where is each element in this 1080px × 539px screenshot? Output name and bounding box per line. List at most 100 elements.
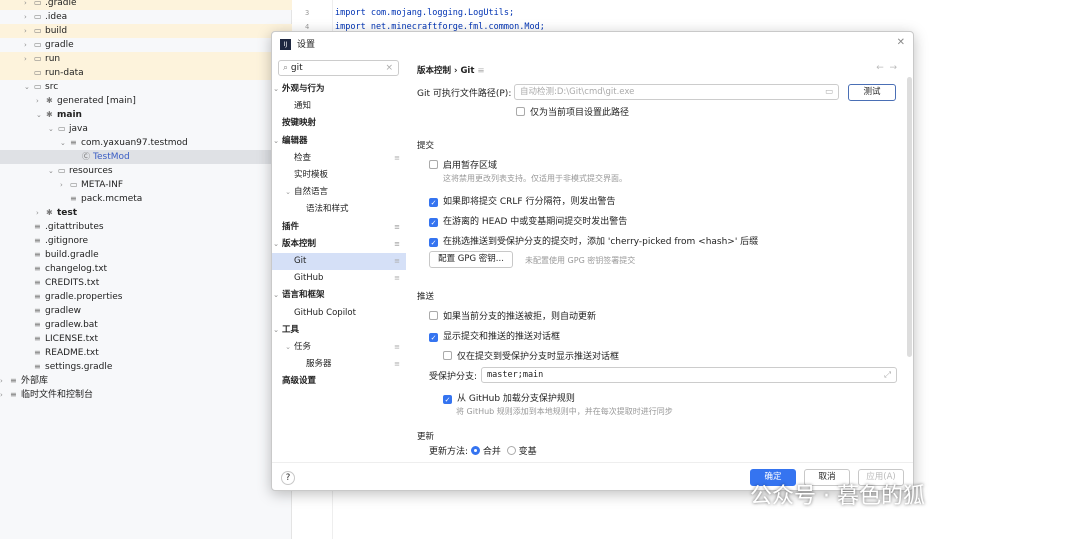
auto-update-checkbox[interactable]: 如果当前分支的推送被拒，则自动更新: [429, 309, 596, 322]
tree-item[interactable]: › ✱ generated [main]: [0, 94, 292, 108]
chevron-right-icon[interactable]: ›: [24, 10, 34, 24]
tree-item[interactable]: ≡ gradlew.bat: [0, 318, 292, 332]
tree-item[interactable]: › ▭ build: [0, 24, 292, 38]
tree-item[interactable]: ≡ build.gradle: [0, 248, 292, 262]
tree-item[interactable]: ≡ gradlew: [0, 304, 292, 318]
chevron-down-icon[interactable]: ⌄: [272, 287, 282, 304]
chevron-down-icon[interactable]: ⌄: [272, 81, 282, 98]
label: 合并: [482, 447, 501, 457]
chevron-right-icon[interactable]: ›: [24, 38, 34, 52]
tree-item[interactable]: ≡ CREDITS.txt: [0, 276, 292, 290]
tree-item[interactable]: ≡ .gitattributes: [0, 220, 292, 234]
staging-checkbox[interactable]: 启用暂存区域: [429, 158, 497, 171]
merge-radio[interactable]: 合并: [470, 446, 501, 457]
tree-item[interactable]: ⌄ ✱ main: [0, 108, 292, 122]
nav-item[interactable]: ⌄ 版本控制 ≡: [272, 236, 406, 253]
menu-icon: ≡: [477, 66, 485, 76]
help-button[interactable]: ?: [281, 471, 295, 485]
chevron-right-icon[interactable]: ›: [24, 52, 34, 66]
tree-item[interactable]: Ⓒ TestMod: [0, 150, 292, 164]
search-input[interactable]: ⌕ git ×: [278, 60, 399, 76]
tree-item[interactable]: › ≡ 临时文件和控制台: [0, 388, 292, 402]
clear-icon[interactable]: ×: [385, 61, 393, 75]
chevron-down-icon[interactable]: ⌄: [48, 122, 58, 136]
chevron-down-icon[interactable]: ⌄: [272, 236, 282, 253]
expand-icon[interactable]: ⤢: [884, 368, 891, 382]
chevron-down-icon[interactable]: ⌄: [24, 80, 34, 94]
head-checkbox[interactable]: ✓ 在游离的 HEAD 中或变基期间提交时发出警告: [429, 214, 627, 227]
tree-item-label: 临时文件和控制台: [21, 390, 94, 400]
nav-item[interactable]: ⌄ 语言和框架: [272, 287, 406, 304]
tree-item-label: build: [45, 26, 68, 36]
commit-section-title: 提交: [417, 141, 435, 151]
chevron-down-icon[interactable]: ⌄: [48, 164, 58, 178]
folder-icon: ▭: [58, 166, 66, 175]
breadcrumb-parent[interactable]: 版本控制: [417, 66, 451, 76]
cherry-pick-checkbox[interactable]: ✓ 在挑选推送到受保护分支的提交时，添加 'cherry-picked from …: [429, 234, 758, 247]
chevron-right-icon[interactable]: ›: [24, 24, 34, 38]
tree-item[interactable]: › ≡ 外部库: [0, 374, 292, 388]
tree-item[interactable]: ≡ gradle.properties: [0, 290, 292, 304]
tree-item[interactable]: › ▭ .gradle: [0, 0, 292, 10]
tree-item[interactable]: ≡ changelog.txt: [0, 262, 292, 276]
folder-icon[interactable]: ▭: [825, 85, 833, 99]
chevron-right-icon[interactable]: ›: [24, 0, 34, 10]
nav-arrows[interactable]: ← →: [876, 63, 897, 73]
chevron-down-icon[interactable]: ⌄: [36, 108, 46, 122]
folder-icon: ▭: [34, 12, 42, 21]
nav-item[interactable]: ⌄ 编辑器: [272, 133, 406, 150]
tree-item[interactable]: ≡ .gitignore: [0, 234, 292, 248]
chevron-right-icon[interactable]: ›: [0, 374, 10, 388]
nav-item[interactable]: 检查 ≡: [272, 150, 406, 167]
tree-item[interactable]: › ▭ run: [0, 52, 292, 66]
nav-item[interactable]: 服务器 ≡: [272, 356, 406, 373]
chevron-down-icon[interactable]: ⌄: [272, 339, 294, 356]
protected-branches-input[interactable]: master;main ⤢: [481, 367, 897, 383]
load-github-rules-checkbox[interactable]: ✓ 从 GitHub 加载分支保护规则: [443, 391, 575, 404]
nav-item[interactable]: Git ≡: [272, 253, 406, 270]
nav-item[interactable]: ⌄ 任务 ≡: [272, 339, 406, 356]
chevron-down-icon[interactable]: ⌄: [60, 136, 70, 150]
crlf-checkbox[interactable]: ✓ 如果即将提交 CRLF 行分隔符，则发出警告: [429, 194, 615, 207]
tree-item[interactable]: ▭ run-data: [0, 66, 292, 80]
nav-item[interactable]: ⌄ 工具: [272, 322, 406, 339]
tree-item[interactable]: › ▭ gradle: [0, 38, 292, 52]
nav-item[interactable]: 高级设置: [272, 373, 406, 390]
tree-item[interactable]: ⌄ ▭ resources: [0, 164, 292, 178]
tree-item[interactable]: ≡ README.txt: [0, 346, 292, 360]
nav-item[interactable]: ⌄ 外观与行为: [272, 81, 406, 98]
tree-item[interactable]: › ▭ .idea: [0, 10, 292, 24]
tree-item[interactable]: ⌄ ▭ java: [0, 122, 292, 136]
tree-item[interactable]: › ✱ test: [0, 206, 292, 220]
tree-item[interactable]: ≡ LICENSE.txt: [0, 332, 292, 346]
chevron-right-icon[interactable]: ›: [36, 206, 46, 220]
tree-item[interactable]: › ▭ META-INF: [0, 178, 292, 192]
nav-item[interactable]: 按键映射: [272, 115, 406, 132]
tree-item[interactable]: ≡ settings.gradle: [0, 360, 292, 374]
show-push-dialog-checkbox[interactable]: ✓ 显示提交和推送的推送对话框: [429, 329, 560, 342]
nav-item[interactable]: 通知: [272, 98, 406, 115]
nav-item[interactable]: 实时模板: [272, 167, 406, 184]
test-button[interactable]: 测试: [848, 84, 896, 101]
protected-only-checkbox[interactable]: 仅在提交到受保护分支时显示推送对话框: [443, 349, 619, 362]
chevron-down-icon[interactable]: ⌄: [272, 133, 282, 150]
chevron-right-icon[interactable]: ›: [60, 178, 70, 192]
rebase-radio[interactable]: 变基: [506, 446, 537, 457]
tree-item[interactable]: ⌄ ▭ src: [0, 80, 292, 94]
close-icon[interactable]: ✕: [897, 37, 905, 48]
nav-item[interactable]: GitHub ≡: [272, 270, 406, 287]
configure-gpg-button[interactable]: 配置 GPG 密钥...: [429, 251, 513, 268]
git-path-input[interactable]: 自动检测:D:\Git\cmd\git.exe ▭: [514, 84, 839, 100]
nav-item[interactable]: 语法和样式: [272, 201, 406, 218]
chevron-right-icon[interactable]: ›: [36, 94, 46, 108]
tree-item[interactable]: ≡ pack.mcmeta: [0, 192, 292, 206]
nav-item[interactable]: 插件 ≡: [272, 219, 406, 236]
nav-item[interactable]: GitHub Copilot: [272, 305, 406, 322]
chevron-down-icon[interactable]: ⌄: [272, 322, 282, 339]
chevron-down-icon[interactable]: ⌄: [272, 184, 294, 201]
tree-item[interactable]: ⌄ ≡ com.yaxuan97.testmod: [0, 136, 292, 150]
scrollbar[interactable]: [907, 77, 912, 357]
nav-item[interactable]: ⌄ 自然语言: [272, 184, 406, 201]
chevron-right-icon[interactable]: ›: [0, 388, 10, 402]
project-only-checkbox[interactable]: 仅为当前项目设置此路径: [516, 105, 629, 118]
